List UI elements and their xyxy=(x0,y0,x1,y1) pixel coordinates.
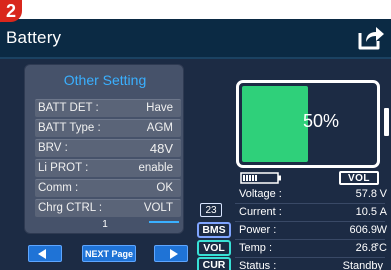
setting-row-li-prot[interactable]: Li PROT : enable xyxy=(35,159,181,177)
status-value: 10.5 xyxy=(355,206,377,218)
arrow-left-icon xyxy=(38,248,46,259)
next-arrow-button[interactable] xyxy=(154,245,188,262)
status-label: Status : xyxy=(239,260,277,270)
setting-value: Have xyxy=(146,102,173,114)
bms-tag[interactable]: BMS xyxy=(197,222,231,238)
status-unit: V xyxy=(379,188,387,200)
status-unit: W xyxy=(376,224,387,236)
share-icon xyxy=(358,27,384,50)
page-title: Battery xyxy=(6,28,62,47)
setting-row-batt-type[interactable]: BATT Type : AGM xyxy=(35,119,181,137)
battery-percent: 50% xyxy=(303,111,340,131)
status-value: 57.8 xyxy=(355,188,377,200)
setting-row-batt-det[interactable]: BATT DET : Have xyxy=(35,99,181,117)
device-screen: Battery Other Setting BATT DET : Have BA… xyxy=(0,19,391,270)
status-label: Power : xyxy=(239,224,277,236)
status-value: Standby xyxy=(342,260,383,270)
status-row-temp: Temp : 26.8 °C xyxy=(235,240,387,257)
setting-row-chrg-ctrl[interactable]: Chrg CTRL : VOLT xyxy=(35,199,181,217)
setting-value: enable xyxy=(138,162,173,174)
share-button[interactable] xyxy=(357,25,385,51)
count-box: 23 xyxy=(200,203,222,217)
setting-label: Chrg CTRL : xyxy=(38,202,103,214)
setting-label: BATT Type : xyxy=(38,122,101,134)
status-row-status: Status : Standby xyxy=(235,258,385,270)
setting-label: Comm : xyxy=(38,182,79,194)
vol-tag[interactable]: VOL xyxy=(197,240,231,256)
setting-label: BRV : xyxy=(38,142,68,154)
setting-value: 48V xyxy=(149,141,173,156)
setting-value: AGM xyxy=(146,122,173,134)
status-readouts: Voltage : 57.8 V Current : 10.5 A Power … xyxy=(235,186,387,270)
status-label: Temp : xyxy=(239,242,273,254)
battery-terminal xyxy=(384,108,389,136)
setting-row-comm[interactable]: Comm : OK xyxy=(35,179,181,197)
prev-page-button[interactable] xyxy=(28,245,62,262)
status-row-voltage: Voltage : 57.8 V xyxy=(235,186,387,203)
status-row-power: Power : 606.9 W xyxy=(235,222,387,239)
main-content: Other Setting BATT DET : Have BATT Type … xyxy=(0,59,391,270)
setting-label: BATT DET : xyxy=(38,102,99,114)
next-page-button[interactable]: NEXT Page xyxy=(82,245,136,262)
battery-small-icon xyxy=(240,172,281,184)
setting-value: OK xyxy=(156,182,173,194)
status-unit: °C xyxy=(374,242,387,254)
status-value: 606.9 xyxy=(349,224,377,236)
setting-value: VOLT xyxy=(143,202,173,214)
cur-tag[interactable]: CUR xyxy=(197,257,231,270)
setting-row-brv[interactable]: BRV : 48V xyxy=(35,139,181,157)
mode-badge: VOL xyxy=(339,171,379,185)
panel-title: Other Setting xyxy=(63,72,147,88)
page-indicator-bar xyxy=(149,221,179,223)
setting-label: Li PROT : xyxy=(38,162,89,174)
other-setting-panel: Other Setting BATT DET : Have BATT Type … xyxy=(24,64,184,234)
arrow-right-icon xyxy=(170,248,178,259)
title-bar: Battery xyxy=(0,19,391,59)
battery-gauge: 50% xyxy=(236,80,380,168)
step-number-badge: 2 xyxy=(0,0,22,22)
status-row-current: Current : 10.5 A xyxy=(235,204,387,221)
status-label: Current : xyxy=(239,206,282,218)
status-label: Voltage : xyxy=(239,188,282,200)
battery-level-fill xyxy=(242,86,308,162)
status-unit: A xyxy=(379,206,387,218)
